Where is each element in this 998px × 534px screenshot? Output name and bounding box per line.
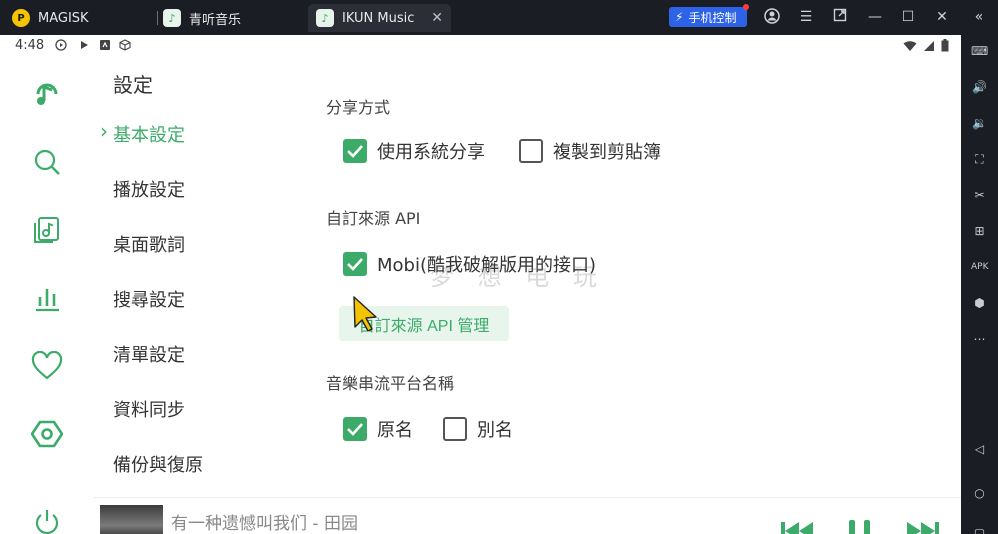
tab-close-icon[interactable]: ✕ <box>431 10 443 26</box>
menu-item-search-settings[interactable]: 搜尋設定 <box>113 286 185 312</box>
checkbox-copy-clipboard[interactable]: 複製到剪貼簿 <box>519 138 661 164</box>
favorite-icon[interactable] <box>30 349 64 383</box>
now-playing-title[interactable]: 有一种遗憾叫我们 - 田园 <box>171 509 358 534</box>
next-icon[interactable] <box>905 520 941 534</box>
search-icon[interactable] <box>30 145 64 179</box>
magisk-icon: P <box>12 9 30 27</box>
custom-api-heading: 自訂來源 API <box>326 209 421 228</box>
menu-item-data-sync[interactable]: 資料同步 <box>113 396 185 422</box>
storage-icon <box>100 40 110 50</box>
minimize-icon[interactable]: — <box>866 8 884 26</box>
checkbox-unchecked-icon <box>519 139 543 163</box>
checkbox-label: 複製到剪貼簿 <box>553 142 661 163</box>
notification-dot <box>743 4 749 10</box>
checkbox-checked-icon <box>343 252 367 276</box>
system-status-icons <box>903 39 949 52</box>
logo-icon[interactable] <box>30 77 64 111</box>
screenshot-icon[interactable]: ⛶ <box>971 151 988 168</box>
checkbox-system-share[interactable]: 使用系統分享 <box>343 138 485 164</box>
player-bar[interactable]: 有一种遗憾叫我们 - 田园 <box>93 497 961 534</box>
pause-icon[interactable] <box>843 520 877 534</box>
leaderboard-icon[interactable] <box>30 281 64 315</box>
previous-icon[interactable] <box>779 520 815 534</box>
volume-down-icon[interactable]: 🔉 <box>971 115 988 132</box>
status-bar: 4:48 <box>0 35 961 57</box>
checkbox-label: 原名 <box>377 420 413 441</box>
settings-icon[interactable] <box>30 417 64 451</box>
checkbox-checked-icon <box>343 139 367 163</box>
tab-magisk[interactable]: P MAGISK <box>12 4 160 32</box>
more-icon[interactable]: ⋯ <box>971 331 988 348</box>
mouse-cursor-icon <box>353 296 377 331</box>
tab-divider <box>157 11 158 25</box>
close-icon[interactable]: ✕ <box>933 8 951 26</box>
phone-control-button[interactable]: ⚡ 手机控制 <box>669 4 749 27</box>
popout-icon[interactable] <box>831 8 849 26</box>
share-method-heading: 分享方式 <box>326 98 391 117</box>
album-cover[interactable] <box>100 505 163 534</box>
tab-qingting-music[interactable]: ♪ 青听音乐 <box>163 4 303 32</box>
page-title: 設定 <box>113 73 153 97</box>
add-icon[interactable]: ⊞ <box>971 223 988 240</box>
wifi-icon <box>903 40 917 51</box>
emulator-titlebar: P MAGISK ♪ 青听音乐 ♪ IKUN Music ✕ ⚡ 手机控制 ☰ … <box>0 0 998 35</box>
apk-icon[interactable]: APK <box>971 259 989 276</box>
watermark: 梦 想 电 玩 <box>430 263 605 291</box>
tab-label: MAGISK <box>38 10 89 26</box>
signal-icon <box>924 40 934 51</box>
status-time: 4:48 <box>15 38 45 53</box>
keyboard-icon[interactable]: ⌨ <box>971 43 988 60</box>
menu-icon[interactable]: ☰ <box>797 8 815 26</box>
tab-label: 青听音乐 <box>189 12 242 28</box>
volume-up-icon[interactable]: 🔊 <box>971 79 988 96</box>
menu-item-desktop-lyrics[interactable]: 桌面歌詞 <box>113 231 185 257</box>
play-icon <box>81 41 88 49</box>
emulator-sidebar: ⌨ 🔊 🔉 ⛶ ✂ ⊞ APK ⬢ ⋯ ◁ ○ ▢ <box>961 35 998 534</box>
battery-icon <box>941 39 949 52</box>
recents-icon[interactable]: ▢ <box>971 525 988 534</box>
checkbox-alias[interactable]: 別名 <box>443 416 513 442</box>
android-screen: 4:48 設定 基本設定 播放設定 桌面歌詞 搜尋設定 清單設定 資料同步 備份… <box>0 35 961 534</box>
home-icon[interactable]: ○ <box>971 485 988 502</box>
account-icon[interactable] <box>763 8 781 26</box>
scissors-icon[interactable]: ✂ <box>971 187 988 204</box>
menu-item-playback-settings[interactable]: 播放設定 <box>113 176 185 202</box>
lightning-icon: ⚡ <box>675 10 684 24</box>
song-list-icon[interactable] <box>30 213 64 247</box>
music-app-icon: ♪ <box>163 9 181 27</box>
menu-item-list-settings[interactable]: 清單設定 <box>113 341 185 367</box>
play-circle-icon <box>55 39 67 51</box>
checkbox-label: 使用系統分享 <box>377 142 485 163</box>
back-icon[interactable]: ◁ <box>971 441 988 458</box>
cube-icon <box>119 39 131 51</box>
phone-control-label: 手机控制 <box>688 10 737 25</box>
music-app-icon: ♪ <box>316 9 334 27</box>
menu-item-basic-settings[interactable]: 基本設定 <box>100 119 185 147</box>
checkbox-checked-icon <box>343 417 367 441</box>
platform-name-heading: 音樂串流平台名稱 <box>326 374 455 393</box>
collapse-sidebar-icon[interactable]: « <box>970 8 988 26</box>
settings-gear-icon[interactable]: ⬢ <box>971 295 988 312</box>
checkbox-original-name[interactable]: 原名 <box>343 416 413 442</box>
checkbox-unchecked-icon <box>443 417 467 441</box>
tab-ikun-music[interactable]: ♪ IKUN Music ✕ <box>308 4 451 32</box>
checkbox-label: 別名 <box>477 420 513 441</box>
tab-label: IKUN Music <box>342 10 415 26</box>
maximize-icon[interactable]: ☐ <box>899 8 917 26</box>
menu-item-backup-restore[interactable]: 備份與復原 <box>113 451 203 477</box>
power-icon[interactable] <box>30 505 64 534</box>
